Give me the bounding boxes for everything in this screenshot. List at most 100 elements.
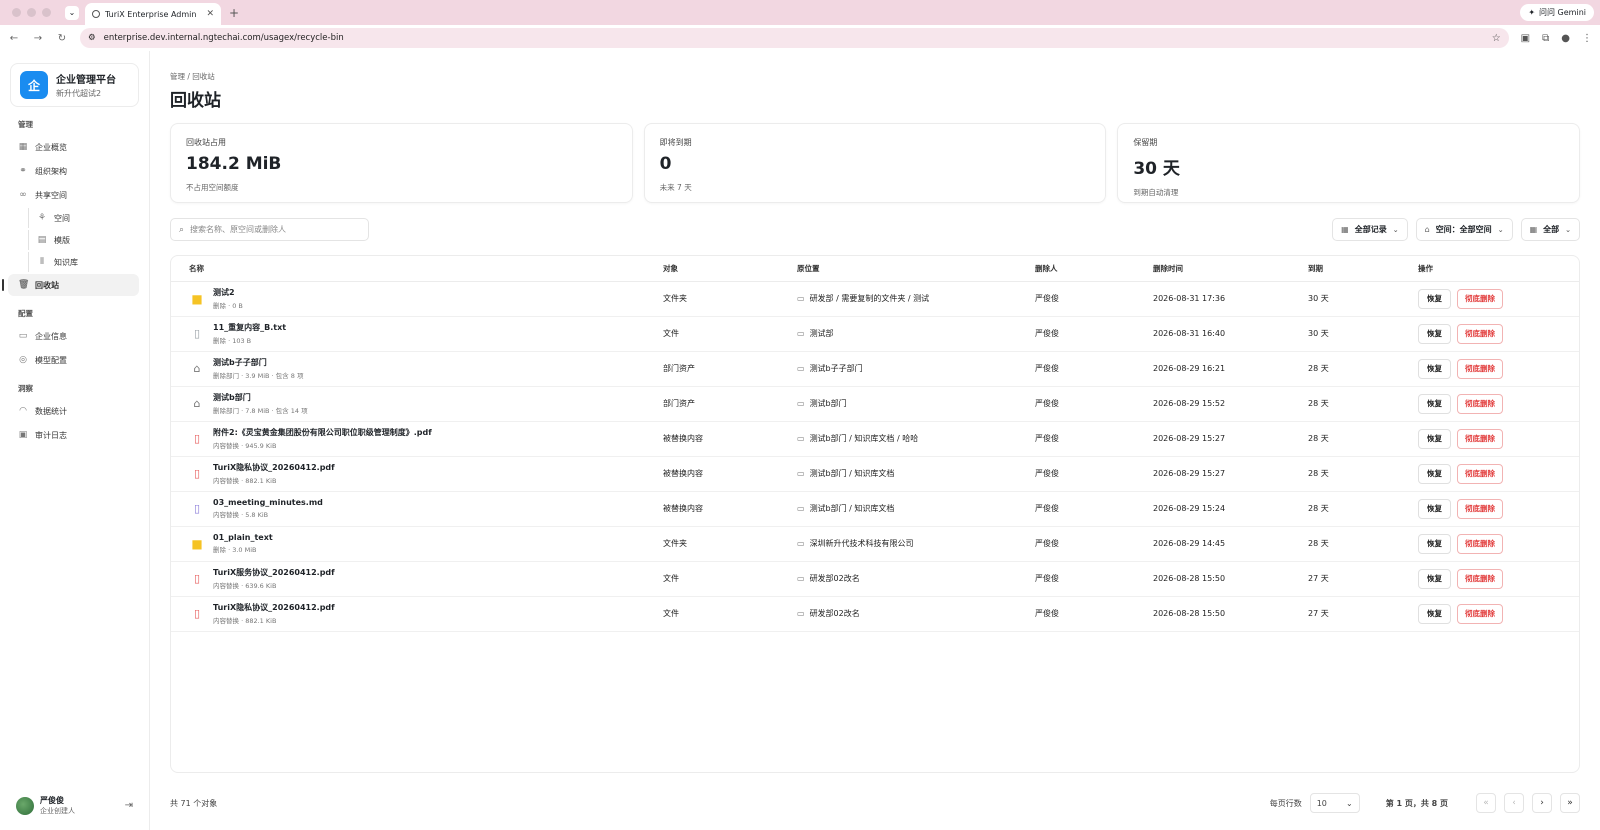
object-type: 文件夹 (645, 526, 779, 562)
table-row[interactable]: ■ 测试2 删除 · 0 B 文件夹 ▭ 研发部 / 需要复制的文件夹 / 测试 … (171, 281, 1579, 317)
sidepanel-icon[interactable]: ▣ (1521, 33, 1530, 44)
sidebar-item-overview[interactable]: ▦ 企业概览 (0, 136, 139, 158)
stat-value: 184.2 MiB (186, 154, 282, 174)
restore-button[interactable]: 恢复 (1418, 463, 1451, 484)
permanent-delete-button[interactable]: 彻底删除 (1457, 568, 1503, 589)
item-name: 测试b部门 (213, 393, 251, 402)
prev-page-button[interactable]: ‹ (1504, 793, 1524, 813)
browser-tab[interactable]: TuriX Enterprise Admin ✕ (85, 3, 221, 25)
sidebar-item-shared[interactable]: ∞ 共享空间 (0, 184, 139, 206)
sidebar-item-model-config[interactable]: ◎ 模型配置 (0, 349, 139, 371)
tab-title: TuriX Enterprise Admin (105, 9, 197, 19)
reload-icon[interactable]: ↻ (56, 33, 68, 44)
window-controls[interactable] (12, 8, 51, 17)
permanent-delete-button[interactable]: 彻底删除 (1457, 323, 1503, 344)
sidebar-item-recycle-bin[interactable]: 🗑 回收站 (2, 274, 139, 296)
back-icon[interactable]: ← (8, 33, 20, 44)
table-row[interactable]: ▯ 03_meeting_minutes.md 内容替换 · 5.8 KiB 被… (171, 491, 1579, 527)
sidebar-item-company-info[interactable]: ▭ 企业信息 (0, 325, 139, 347)
object-type: 文件夹 (645, 281, 779, 317)
first-page-button[interactable]: « (1476, 793, 1496, 813)
pagination: 每页行数 10 ⌄ 第 1 页，共 8 页 « ‹ › » (1270, 793, 1580, 813)
actions-cell: 恢复 彻底删除 (1400, 456, 1579, 492)
column-header: 名称 (171, 256, 645, 282)
rows-per-page-select[interactable]: 10 ⌄ (1309, 793, 1360, 813)
permanent-delete-button[interactable]: 彻底删除 (1457, 288, 1503, 309)
table-row[interactable]: ▯ 11_重复内容_B.txt 删除 · 103 B 文件 ▭ 测试部 严俊俊 2… (171, 316, 1579, 352)
next-page-button[interactable]: › (1532, 793, 1552, 813)
restore-button[interactable]: 恢复 (1418, 288, 1451, 309)
restore-button[interactable]: 恢复 (1418, 568, 1451, 589)
space-icon: ⚘ (37, 213, 47, 223)
permanent-delete-button[interactable]: 彻底删除 (1457, 358, 1503, 379)
permanent-delete-button[interactable]: 彻底删除 (1457, 463, 1503, 484)
avatar[interactable] (16, 796, 34, 815)
table-row[interactable]: ⌂ 测试b部门 删除部门 · 7.8 MiB · 包含 14 项 部门资产 ▭ 测… (171, 386, 1579, 422)
restore-button[interactable]: 恢复 (1418, 603, 1451, 624)
restore-button[interactable]: 恢复 (1418, 498, 1451, 519)
recycle-table: 名称 对象 原位置 删除人 删除时间 到期 操作 ■ 测试2 删除 · 0 B (171, 256, 1579, 632)
space-filter-dropdown[interactable]: ⌂ 空间：全部空间 ⌄ (1415, 218, 1513, 241)
expiry: 27 天 (1290, 596, 1400, 632)
permanent-delete-button[interactable]: 彻底删除 (1457, 603, 1503, 624)
stat-subtext: 到期自动清理 (1133, 188, 1179, 197)
deleted-time: 2026-08-28 15:50 (1135, 596, 1290, 632)
restore-button[interactable]: 恢复 (1418, 428, 1451, 449)
chevron-down-icon: ⌄ (1392, 225, 1399, 234)
search-input[interactable] (190, 225, 351, 234)
table-row[interactable]: ▯ TuriX隐私协议_20260412.pdf 内容替换 · 882.1 Ki… (171, 596, 1579, 632)
table-row[interactable]: ⌂ 测试b子子部门 删除部门 · 3.9 MiB · 包含 8 项 部门资产 ▭… (171, 351, 1579, 387)
sidebar-item-library[interactable]: ⫴ 知识库 (28, 252, 139, 272)
gemini-button[interactable]: ✦ 问问 Gemini (1520, 4, 1594, 21)
records-filter-dropdown[interactable]: ▦ 全部记录 ⌄ (1332, 218, 1408, 241)
restore-button[interactable]: 恢复 (1418, 533, 1451, 554)
search-box[interactable]: ⌕ (170, 218, 369, 241)
new-tab-icon[interactable]: + (229, 6, 239, 20)
sidebar-item-label: 组织架构 (35, 166, 67, 176)
permanent-delete-button[interactable]: 彻底删除 (1457, 533, 1503, 554)
logout-icon[interactable]: ⇥ (125, 800, 133, 811)
type-filter-dropdown[interactable]: ▦ 全部 ⌄ (1520, 218, 1580, 241)
browser-tab-bar: ⌄ TuriX Enterprise Admin ✕ + ✦ 问问 Gemini (0, 0, 1600, 25)
extensions-icon[interactable]: ⧉ (1542, 33, 1549, 44)
restore-button[interactable]: 恢复 (1418, 358, 1451, 379)
name-cell: ▯ TuriX隐私协议_20260412.pdf 内容替换 · 882.1 Ki… (171, 456, 645, 492)
sidebar-item-org[interactable]: ⚭ 组织架构 (0, 160, 139, 182)
profile-icon[interactable]: ● (1561, 33, 1570, 44)
address-bar-row: ← → ↻ ⚙ enterprise.dev.internal.ngtechai… (0, 25, 1600, 51)
permanent-delete-button[interactable]: 彻底删除 (1457, 428, 1503, 449)
table-row[interactable]: ▯ TuriX服务协议_20260412.pdf 内容替换 · 639.6 Ki… (171, 561, 1579, 597)
table-row[interactable]: ▯ TuriX隐私协议_20260412.pdf 内容替换 · 882.1 Ki… (171, 456, 1579, 492)
menu-icon[interactable]: ⋮ (1582, 33, 1592, 44)
site-info-icon[interactable]: ⚙ (88, 33, 96, 43)
url-field[interactable]: ⚙ enterprise.dev.internal.ngtechai.com/u… (80, 28, 1509, 48)
sidebar-item-template[interactable]: ▤ 模版 (28, 230, 139, 250)
grid-icon: ▦ (18, 142, 28, 152)
sidebar-item-stats[interactable]: ◠ 数据统计 (0, 400, 139, 422)
library-icon: ⫴ (40, 257, 44, 267)
table-row[interactable]: ▯ 附件2:《灵宝黄金集团股份有限公司职位职级管理制度》.pdf 内容替换 · … (171, 421, 1579, 457)
deleted-time: 2026-08-29 15:52 (1135, 386, 1290, 422)
table-row[interactable]: ■ 01_plain_text 删除 · 3.0 MiB 文件夹 ▭ 深圳新升代技… (171, 526, 1579, 562)
sidebar-item-audit-log[interactable]: ▣ 审计日志 (0, 424, 139, 446)
bookmark-star-icon[interactable]: ☆ (1492, 33, 1501, 44)
sidebar-item-space[interactable]: ⚘ 空间 (28, 208, 139, 228)
gemini-label: 问问 Gemini (1539, 8, 1586, 17)
item-subtext: 内容替换 · 882.1 KiB (213, 477, 277, 485)
permanent-delete-button[interactable]: 彻底删除 (1457, 498, 1503, 519)
expiry: 27 天 (1290, 561, 1400, 597)
restore-button[interactable]: 恢复 (1418, 323, 1451, 344)
forward-icon[interactable]: → (32, 33, 44, 44)
last-page-button[interactable]: » (1560, 793, 1580, 813)
deleted-time: 2026-08-31 17:36 (1135, 281, 1290, 317)
restore-button[interactable]: 恢复 (1418, 393, 1451, 414)
original-location-cell: ▭ 研发部 / 需要复制的文件夹 / 测试 (779, 281, 1017, 317)
close-tab-icon[interactable]: ✕ (206, 9, 214, 19)
tab-search-icon[interactable]: ⌄ (65, 5, 79, 20)
brand-card[interactable]: 企 企业管理平台 新升代超试2 (10, 63, 139, 107)
original-location: 测试b部门 / 知识库文档 (809, 469, 895, 478)
item-subtext: 删除 · 3.0 MiB (213, 546, 257, 554)
object-type: 文件 (645, 596, 779, 632)
folder-outline-icon: ▭ (797, 469, 805, 478)
permanent-delete-button[interactable]: 彻底删除 (1457, 393, 1503, 414)
